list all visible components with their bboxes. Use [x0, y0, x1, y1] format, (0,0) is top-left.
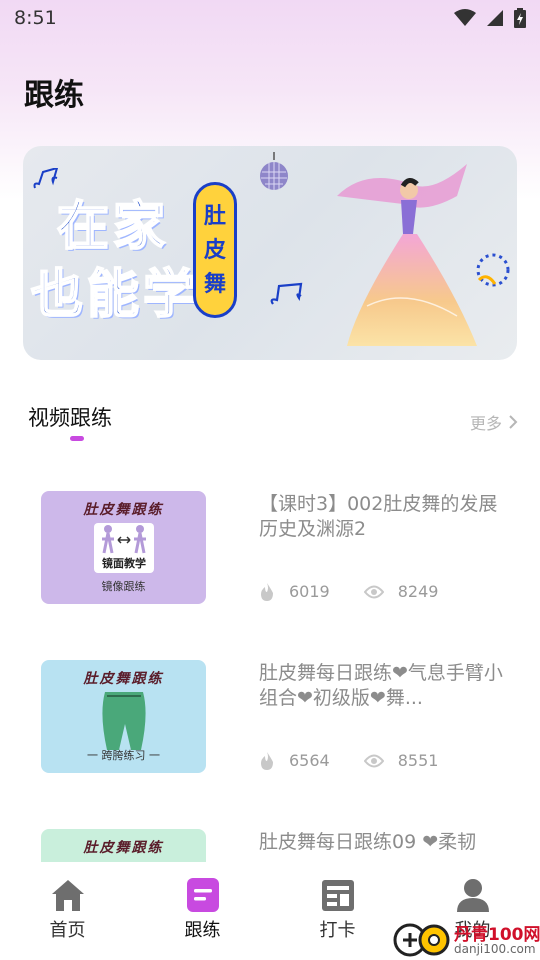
thumbnail-title: 肚皮舞跟练 — [83, 840, 164, 856]
banner-tag-char: 皮 — [203, 237, 226, 263]
disco-ball-icon — [260, 152, 288, 190]
site-watermark: 丹青100网 danji100.com — [392, 916, 540, 960]
tab-home[interactable]: 首页 — [0, 862, 135, 960]
mirror-teaching-panel: 镜面教学 — [94, 523, 154, 573]
thumbnail-center-text: 镜面教学 — [102, 557, 146, 570]
hot-stat: 6564 — [259, 751, 330, 770]
banner-headline-line1: 在家 — [56, 195, 170, 258]
decor-ring-icon — [476, 253, 510, 287]
user-icon — [456, 879, 489, 912]
views-stat: 8249 — [363, 582, 439, 601]
video-title[interactable]: 肚皮舞每日跟练09 ❤柔韧 — [259, 830, 505, 855]
home-icon — [51, 880, 84, 911]
video-thumbnail[interactable]: 肚皮舞跟练 镜面教学 镜像跟练 — [41, 491, 206, 604]
tab-checkin[interactable]: 打卡 — [270, 862, 405, 960]
thumbnail-title: 肚皮舞跟练 — [83, 671, 164, 687]
status-icons — [454, 8, 526, 28]
views-count: 8551 — [397, 751, 439, 770]
page-title: 跟练 — [24, 78, 84, 113]
music-notes-icon — [270, 282, 303, 305]
video-thumbnail[interactable]: 肚皮舞跟练 一 跨胯练习 一 — [41, 660, 206, 773]
video-thumbnail[interactable]: 肚皮舞跟练 — [41, 829, 206, 862]
chevron-right-icon — [509, 415, 518, 429]
video-card[interactable]: 肚皮舞跟练 一 跨胯练习 一 肚皮舞每日跟练❤气息手臂小组合❤初级版❤舞... … — [0, 639, 540, 789]
status-time: 8:51 — [14, 7, 57, 29]
eye-icon — [363, 585, 384, 598]
more-link[interactable]: 更多 — [470, 410, 518, 434]
signal-icon — [487, 10, 503, 26]
tab-practice[interactable]: 跟练 — [135, 862, 270, 960]
eye-icon — [363, 754, 384, 767]
more-label: 更多 — [469, 414, 502, 433]
tab-label: 跟练 — [184, 920, 221, 941]
watermark-logo-icon — [393, 923, 450, 957]
banner-tag-char: 肚 — [203, 203, 226, 229]
flame-icon — [261, 751, 273, 770]
status-bar: 8:51 — [0, 0, 540, 36]
thumbnail-caption: 一 跨胯练习 一 — [87, 749, 160, 762]
hip-illustration — [102, 692, 146, 750]
hot-count: 6019 — [289, 582, 330, 601]
flame-icon — [261, 582, 273, 601]
video-card[interactable]: 肚皮舞跟练 肚皮舞每日跟练09 ❤柔韧 — [0, 808, 540, 862]
promo-banner[interactable]: 在家 也能学 肚 皮 舞 — [23, 146, 517, 360]
tab-label: 首页 — [49, 920, 86, 941]
video-stats: 6564 8551 — [259, 751, 438, 770]
hot-count: 6564 — [289, 751, 330, 770]
banner-tag: 肚 皮 舞 — [193, 182, 237, 318]
battery-icon — [514, 8, 526, 28]
watermark-subtext: danji100.com — [454, 942, 536, 956]
video-stats: 6019 8249 — [259, 582, 438, 601]
video-title[interactable]: 肚皮舞每日跟练❤气息手臂小组合❤初级版❤舞... — [259, 661, 505, 711]
section-title: 视频跟练 — [28, 406, 112, 430]
section-indicator — [70, 436, 84, 441]
practice-doc-icon — [186, 878, 219, 912]
calendar-icon — [321, 880, 354, 911]
hot-stat: 6019 — [259, 582, 330, 601]
video-title[interactable]: 【课时3】002肚皮舞的发展历史及渊源2 — [259, 492, 505, 542]
banner-headline-line2: 也能学 — [30, 263, 200, 326]
thumbnail-caption: 镜像跟练 — [101, 580, 146, 593]
dancer-illustration — [337, 164, 477, 346]
views-stat: 8551 — [363, 751, 439, 770]
video-card[interactable]: 肚皮舞跟练 镜面教学 镜像跟练 【课时3】002肚皮舞的发展历史及渊源2 601… — [0, 470, 540, 620]
thumbnail-title: 肚皮舞跟练 — [83, 502, 164, 518]
dancer-figures-icon — [102, 525, 146, 554]
video-list[interactable]: 肚皮舞跟练 镜面教学 镜像跟练 【课时3】002肚皮舞的发展历史及渊源2 601… — [0, 470, 540, 862]
views-count: 8249 — [397, 582, 439, 601]
wifi-icon — [454, 9, 476, 26]
section-header: 视频跟练 更多 — [28, 402, 518, 442]
banner-tag-char: 舞 — [203, 271, 226, 297]
tab-label: 打卡 — [319, 920, 356, 941]
